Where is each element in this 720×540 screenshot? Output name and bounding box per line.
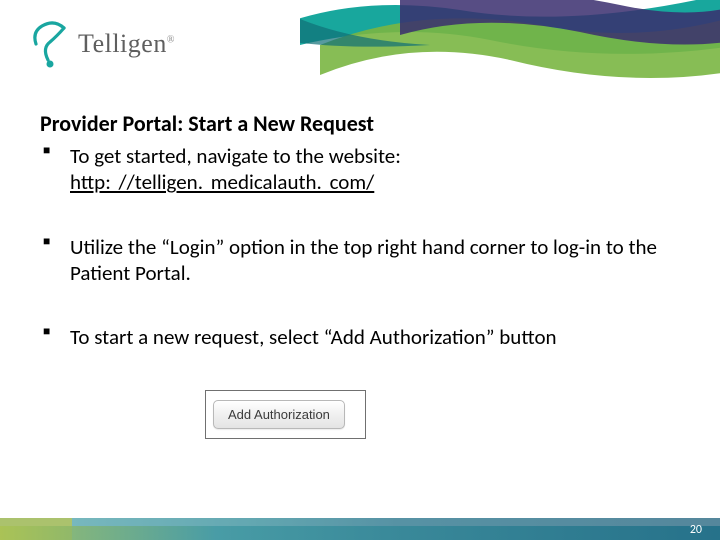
footer-bar-overlay — [0, 526, 720, 540]
slide: Telligen® Provider Portal: Start a New R… — [0, 0, 720, 540]
footer: 20 — [0, 510, 720, 540]
button-screenshot-frame: Add Authorization — [205, 390, 366, 439]
bullet-text: To get started, navigate to the website: — [70, 143, 401, 169]
bullet-item: To get started, navigate to the website:… — [40, 143, 675, 196]
content-area: Provider Portal: Start a New Request To … — [40, 110, 675, 388]
slide-title: Provider Portal: Start a New Request — [40, 110, 675, 137]
page-number: 20 — [690, 523, 702, 537]
bullet-list: To get started, navigate to the website:… — [40, 143, 675, 350]
logo-mark-icon — [30, 20, 72, 68]
website-link[interactable]: http: //telligen. medicalauth. com/ — [70, 169, 374, 195]
bullet-item: Utilize the “Login” option in the top ri… — [40, 234, 675, 287]
registered-mark: ® — [167, 34, 175, 45]
add-authorization-button[interactable]: Add Authorization — [213, 400, 345, 429]
logo: Telligen® — [30, 20, 175, 68]
logo-text: Telligen® — [78, 29, 175, 59]
bullet-text: To start a new request, select “Add Auth… — [70, 324, 557, 350]
bullet-item: To start a new request, select “Add Auth… — [40, 324, 675, 350]
bullet-text: Utilize the “Login” option in the top ri… — [70, 234, 657, 286]
header-ribbon — [300, 0, 720, 95]
